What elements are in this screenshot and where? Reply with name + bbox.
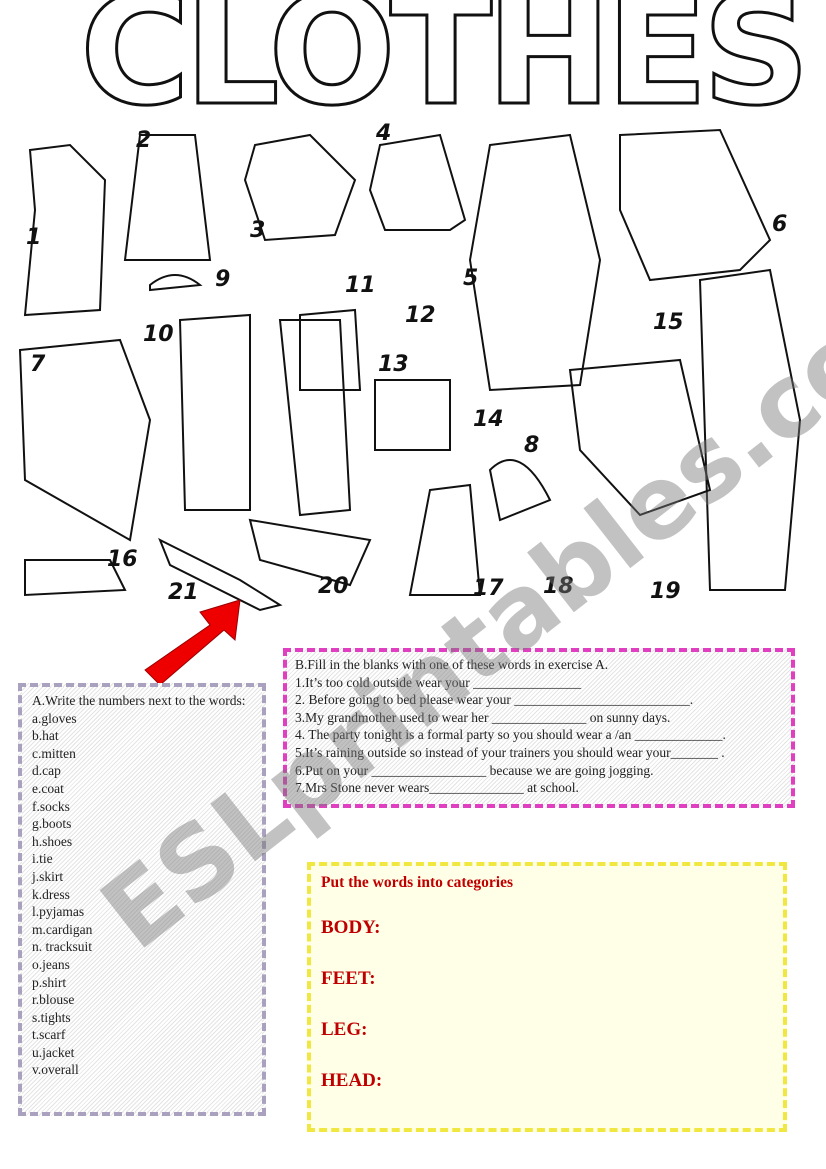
word-item: n. tracksuit	[32, 939, 92, 955]
word-item: o.jeans	[32, 956, 70, 972]
word-item: b.hat	[32, 728, 59, 744]
categories-box: Put the words into categories BODY: FEET…	[307, 862, 787, 1132]
item-number: 20	[318, 574, 349, 599]
item-number: 17	[473, 576, 504, 601]
item-number: 18	[543, 574, 574, 599]
word-item: k.dress	[32, 886, 70, 902]
exercise-b-heading: B.Fill in the blanks with one of these w…	[295, 657, 609, 672]
word-item: e.coat	[32, 780, 64, 796]
item-number: 3	[250, 218, 266, 243]
word-item: u.jacket	[32, 1044, 75, 1060]
item-number: 16	[107, 547, 138, 572]
fill-blank-sentence: 5.It’s raining outside so instead of you…	[295, 744, 725, 760]
item-number: 2	[136, 128, 152, 153]
word-item: v.overall	[32, 1062, 79, 1078]
exercise-b-box: B.Fill in the blanks with one of these w…	[283, 648, 795, 808]
item-number: 10	[143, 322, 174, 347]
fill-blank-sentence: 1.It’s too cold outside wear your ______…	[295, 674, 582, 690]
item-number: 15	[653, 310, 684, 335]
worksheet-title: CLOTHES	[79, 0, 812, 139]
fill-blank-sentence: 2. Before going to bed please wear your …	[295, 692, 694, 708]
word-item: p.shirt	[32, 974, 67, 990]
item-number: 9	[215, 267, 231, 292]
fill-blank-sentence: 6.Put on your _________________ because …	[295, 762, 654, 778]
word-item: f.socks	[32, 798, 70, 814]
red-arrow-icon	[144, 599, 241, 686]
item-number: 1	[26, 225, 42, 250]
clothes-illustration: 1 2 3 4 5 6 7 8 9 10 11 12 13 14 15 16 1…	[10, 120, 805, 615]
fill-blank-sentence: 3.My grandmother used to wear her ______…	[295, 709, 671, 725]
item-number: 11	[345, 273, 376, 298]
item-number: 19	[650, 579, 681, 604]
word-item: a.gloves	[32, 710, 77, 726]
item-number: 14	[473, 407, 504, 432]
word-item: c.mitten	[32, 745, 76, 761]
item-number: 4	[376, 121, 392, 146]
category-body: BODY:	[321, 917, 381, 938]
word-item: t.scarf	[32, 1027, 66, 1043]
item-number: 6	[772, 212, 788, 237]
word-item: i.tie	[32, 851, 53, 867]
word-item: r.blouse	[32, 992, 75, 1008]
word-item: j.skirt	[32, 868, 64, 884]
word-item: d.cap	[32, 763, 61, 779]
word-item: m.cardigan	[32, 921, 93, 937]
categories-heading: Put the words into categories	[321, 874, 513, 891]
fill-blank-sentence: 7.Mrs Stone never wears______________ at…	[295, 780, 579, 796]
item-number: 8	[524, 433, 540, 458]
item-number: 12	[405, 303, 436, 328]
exercise-a-box: A.Write the numbers next to the words: a…	[18, 683, 266, 1116]
word-item: s.tights	[32, 1009, 71, 1025]
word-item: l.pyjamas	[32, 904, 85, 920]
category-head: HEAD:	[321, 1070, 383, 1091]
fill-blank-sentence: 4. The party tonight is a formal party s…	[295, 727, 726, 743]
exercise-a-heading: A.Write the numbers next to the words:	[32, 693, 246, 708]
word-item: g.boots	[32, 816, 72, 832]
item-number: 7	[30, 352, 46, 377]
category-feet: FEET:	[321, 968, 376, 989]
word-item: h.shoes	[32, 833, 73, 849]
item-number: 5	[463, 266, 479, 291]
item-number: 13	[378, 352, 409, 377]
category-leg: LEG:	[321, 1019, 368, 1040]
